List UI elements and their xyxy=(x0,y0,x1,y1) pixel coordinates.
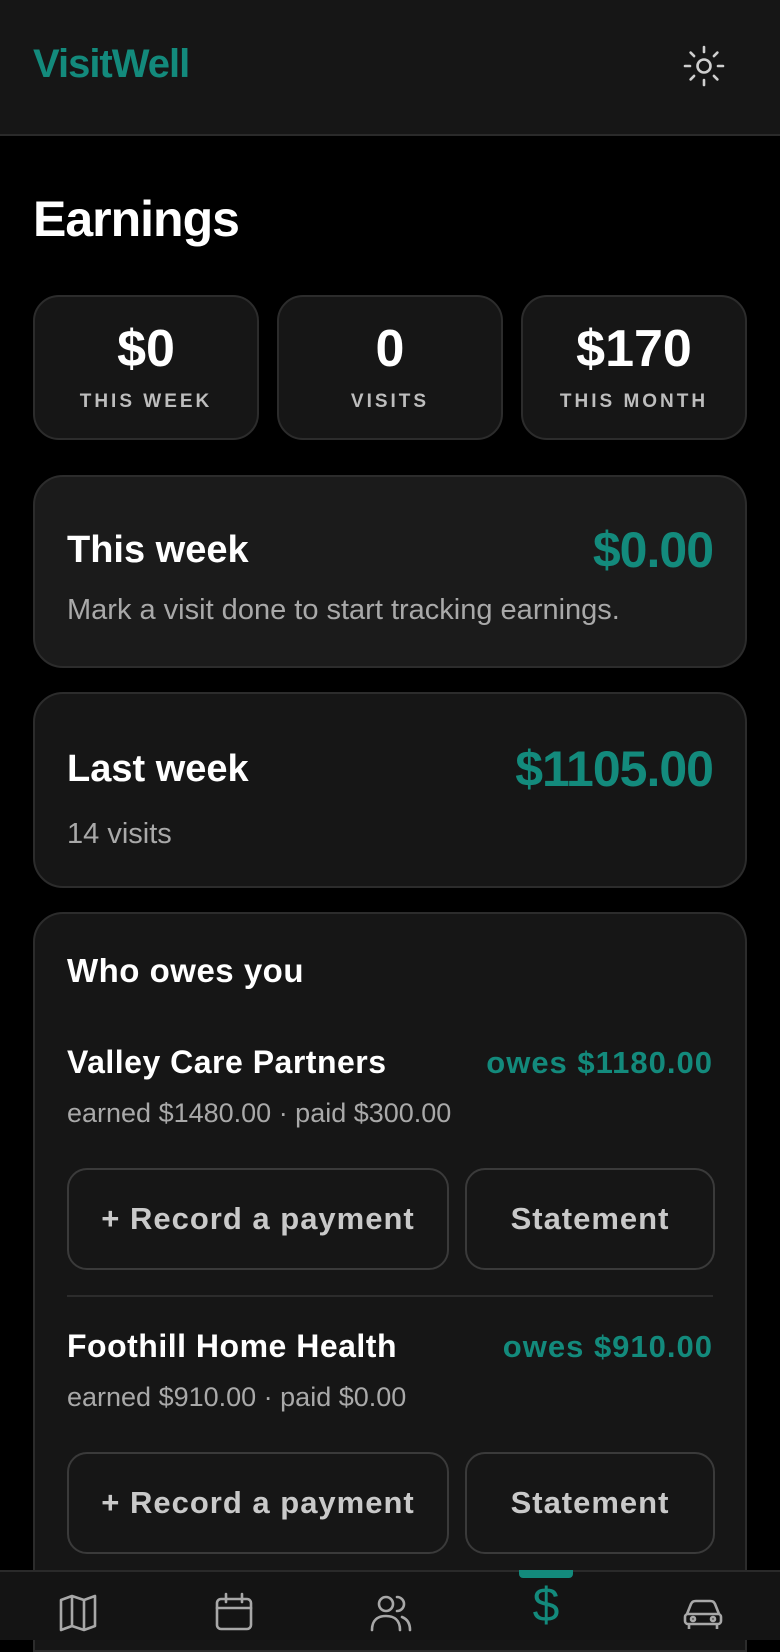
who-owes-you-heading: Who owes you xyxy=(67,952,304,989)
client-name: Foothill Home Health xyxy=(67,1328,397,1364)
active-tab-indicator xyxy=(519,1570,573,1578)
users-icon xyxy=(370,1595,412,1632)
statement-button[interactable]: Statement xyxy=(465,1168,715,1270)
this-week-amount: $0.00 xyxy=(592,522,714,578)
settings-gear-icon[interactable] xyxy=(682,44,726,88)
stat-this-week: $0 THIS WEEK xyxy=(33,295,259,440)
dollar-icon: $ xyxy=(532,1579,560,1632)
record-payment-button[interactable]: + Record a payment xyxy=(67,1168,449,1270)
nav-map[interactable] xyxy=(0,1572,156,1642)
stat-visits: 0 VISITS xyxy=(277,295,503,440)
car-icon xyxy=(683,1599,723,1629)
last-week-title: Last week xyxy=(67,748,249,790)
stat-label: THIS WEEK xyxy=(79,391,213,412)
stat-label: VISITS xyxy=(350,391,430,412)
this-week-card: This week $0.00 Mark a visit done to sta… xyxy=(33,475,747,668)
who-owes-you-card: Who owes you Valley Care Partners owes $… xyxy=(33,912,747,1652)
stat-value: 0 xyxy=(375,320,405,378)
nav-calendar[interactable] xyxy=(156,1572,312,1642)
top-app-bar: VisitWell xyxy=(0,0,780,136)
client-earned-paid: earned $910.00 · paid $0.00 xyxy=(67,1382,407,1412)
client-divider xyxy=(67,1295,713,1297)
client-owes-amount: owes $1180.00 xyxy=(486,1045,713,1080)
this-week-title: This week xyxy=(67,529,249,571)
bottom-navigation: $ xyxy=(0,1570,780,1640)
stat-value: $0 xyxy=(117,320,175,378)
app-logo-title: VisitWell xyxy=(33,42,190,86)
this-week-hint: Mark a visit done to start tracking earn… xyxy=(67,594,620,626)
client-name: Valley Care Partners xyxy=(67,1044,387,1080)
client-owes-amount: owes $910.00 xyxy=(502,1329,713,1364)
nav-earnings[interactable]: $ xyxy=(468,1570,624,1642)
record-payment-button[interactable]: + Record a payment xyxy=(67,1452,449,1554)
page-title: Earnings xyxy=(33,191,240,247)
nav-mileage[interactable] xyxy=(624,1572,780,1642)
client-earned-paid: earned $1480.00 · paid $300.00 xyxy=(67,1098,452,1128)
map-icon xyxy=(59,1594,97,1632)
last-week-card: Last week $1105.00 14 visits xyxy=(33,692,747,888)
stat-label: THIS MONTH xyxy=(559,391,709,412)
calendar-icon xyxy=(215,1592,253,1631)
statement-button[interactable]: Statement xyxy=(465,1452,715,1554)
nav-clients[interactable] xyxy=(312,1572,468,1642)
stat-this-month: $170 THIS MONTH xyxy=(521,295,747,440)
last-week-visits: 14 visits xyxy=(67,818,172,850)
stat-value: $170 xyxy=(576,320,692,378)
last-week-amount: $1105.00 xyxy=(515,741,714,797)
